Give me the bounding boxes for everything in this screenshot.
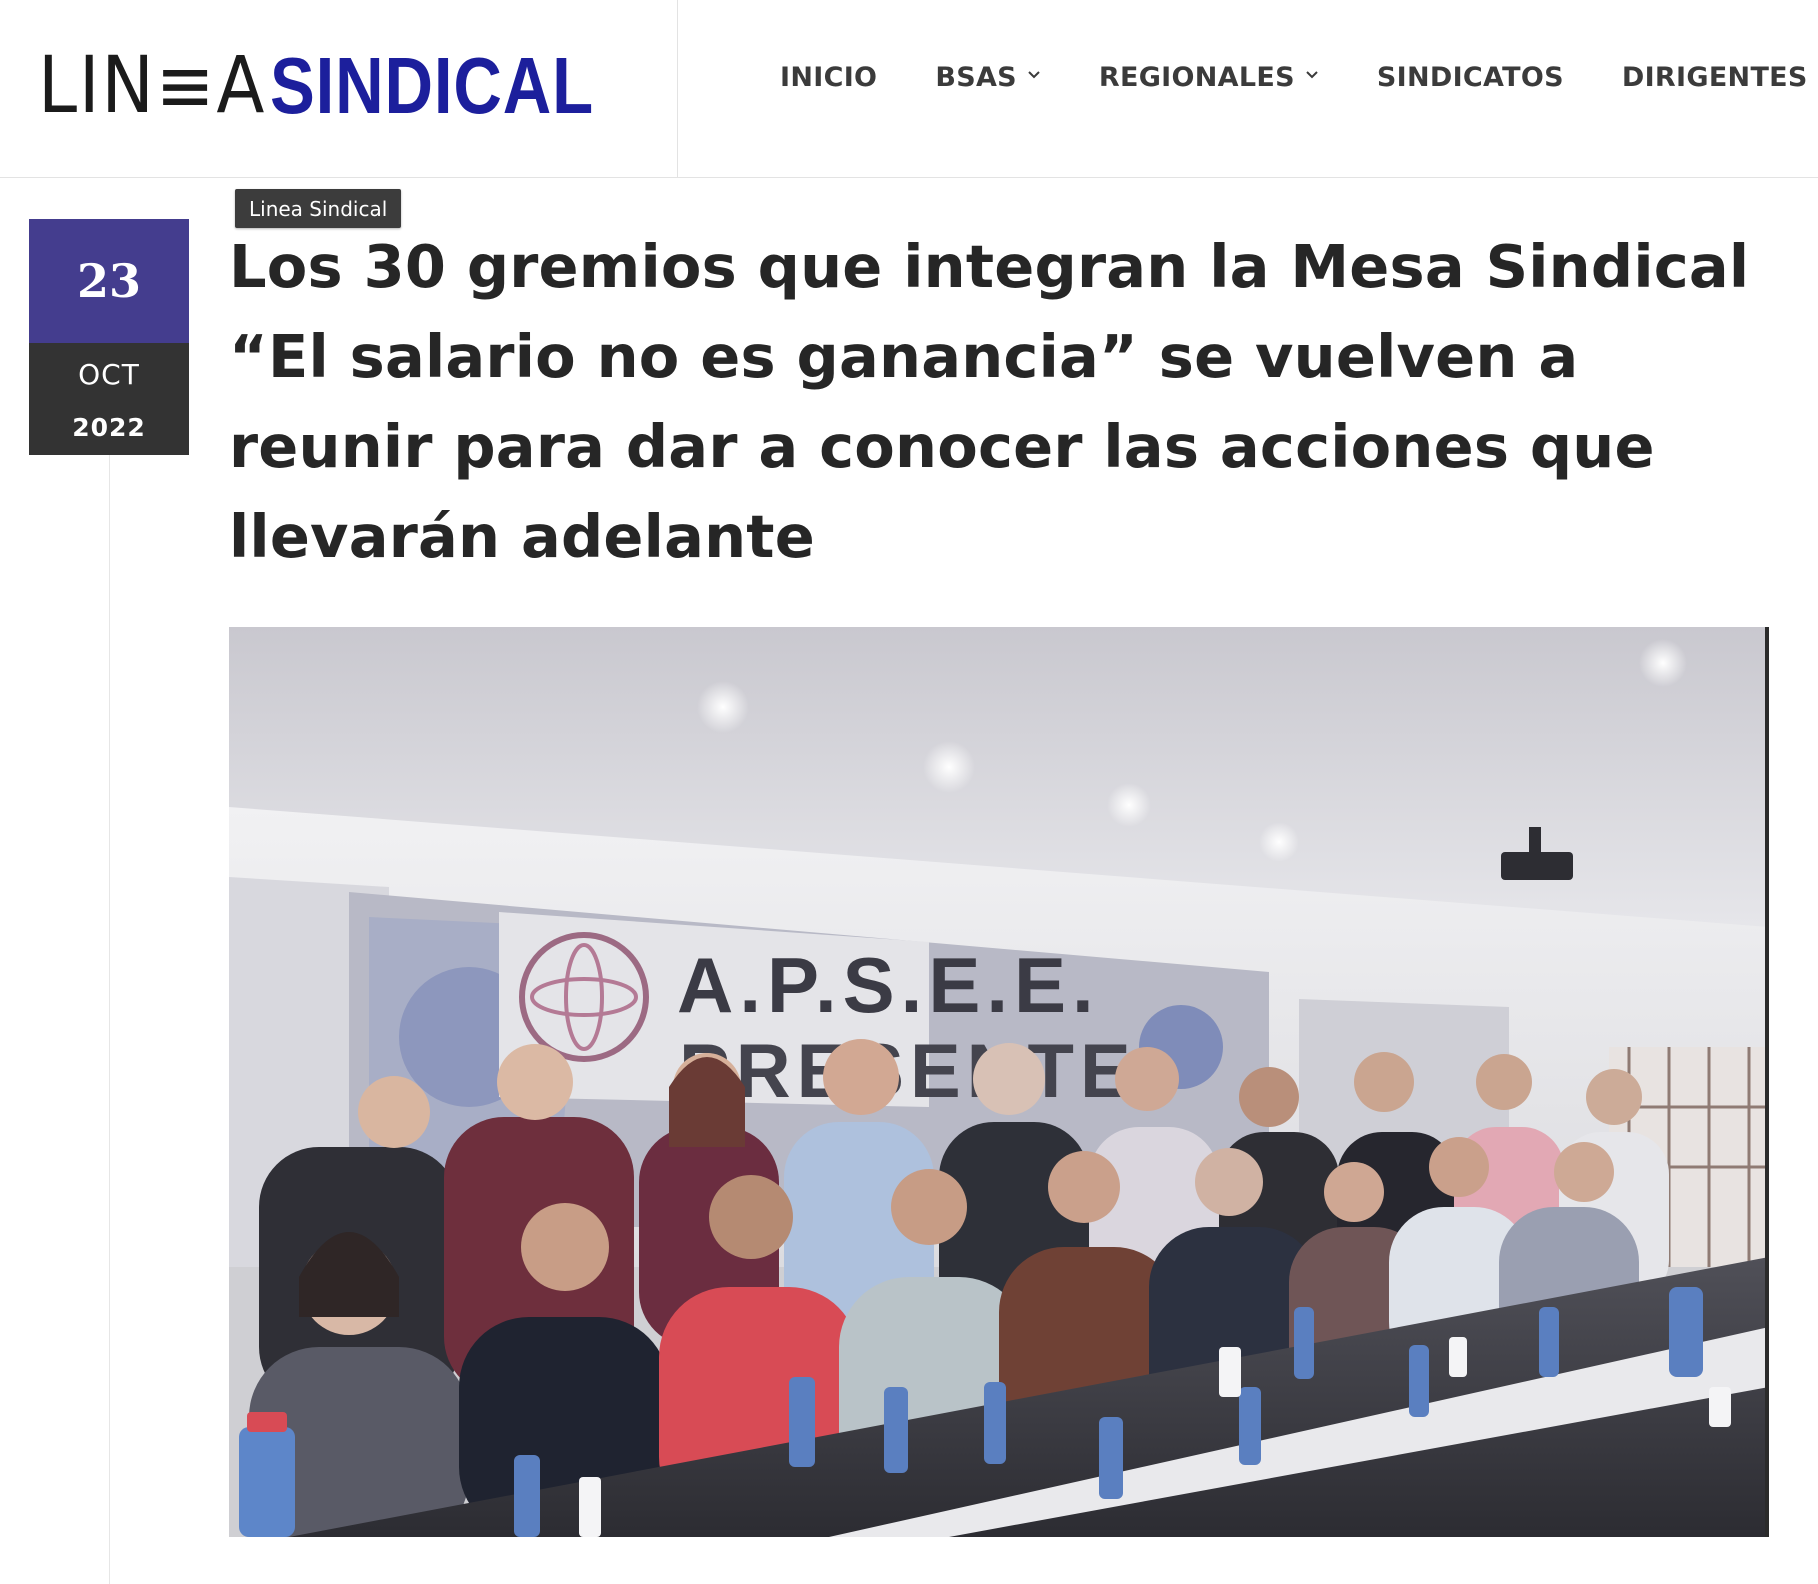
banner-text-line1: A.P.S.E.E.	[677, 941, 1100, 1029]
nav-item-bsas[interactable]: BSAS	[935, 62, 1041, 93]
main-nav: INICIO BSAS REGIONALES SINDICATOS DIRIGE…	[780, 0, 1808, 154]
site-header: LIN≡A SINDICAL INICIO BSAS REGIONALES SI…	[0, 0, 1818, 178]
nav-item-label: SINDICATOS	[1376, 61, 1564, 93]
nav-item-dirigentes[interactable]: DIRIGENTES	[1622, 62, 1808, 93]
category-tag[interactable]: Linea Sindical	[235, 189, 402, 228]
nav-item-label: BSAS	[935, 61, 1017, 93]
nav-item-label: REGIONALES	[1098, 61, 1295, 93]
date-year: 2022	[72, 413, 146, 442]
logo-bold-text: SINDICAL	[270, 41, 595, 130]
banner-text-line2: PRESENTE	[679, 1029, 1137, 1114]
nav-item-label: INICIO	[780, 61, 878, 93]
site-logo[interactable]: LIN≡A SINDICAL	[38, 41, 656, 131]
nav-item-label: DIRIGENTES	[1621, 61, 1808, 93]
date-month-year: OCT 2022	[29, 343, 189, 455]
chevron-down-icon	[1028, 71, 1040, 79]
nav-item-regionales[interactable]: REGIONALES	[1099, 62, 1319, 93]
date-day: 23	[29, 219, 189, 343]
date-badge: 23 OCT 2022	[29, 219, 189, 455]
nav-item-sindicatos[interactable]: SINDICATOS	[1377, 62, 1564, 93]
article-title: Los 30 gremios que integran la Mesa Sind…	[229, 232, 1750, 571]
nav-item-inicio[interactable]: INICIO	[780, 62, 877, 93]
date-month: OCT	[78, 358, 140, 391]
article-featured-image: A.P.S.E.E. PRESENTE	[229, 627, 1769, 1537]
chevron-down-icon	[1306, 71, 1318, 79]
article-divider-line	[109, 455, 110, 1584]
logo-light-text: LIN≡A	[38, 41, 267, 131]
logo-area: LIN≡A SINDICAL	[0, 0, 678, 178]
